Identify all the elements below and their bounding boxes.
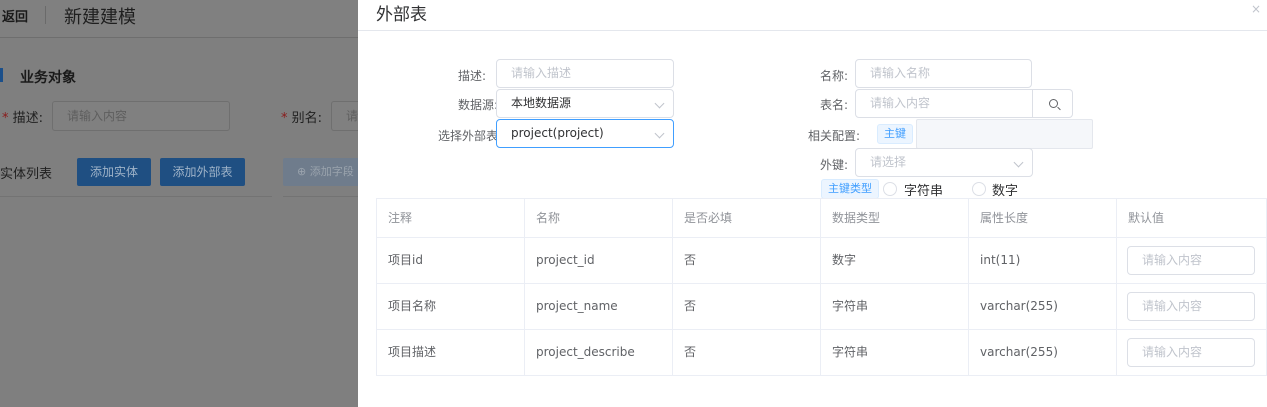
- cell-default: 请输入内容: [1117, 330, 1266, 375]
- cell-comment: 项目名称: [377, 284, 525, 329]
- radio-string-label[interactable]: 字符串: [904, 180, 943, 199]
- foreign-key-select[interactable]: 请选择: [855, 148, 1033, 177]
- table-row: 项目id project_id 否 数字 int(11) 请输入内容: [377, 238, 1266, 284]
- desc-label: 描述:: [458, 69, 487, 83]
- drawer-title: 外部表: [376, 5, 427, 25]
- primary-key-config-box[interactable]: [916, 119, 1093, 149]
- entity-list-label: 实体列表: [0, 167, 53, 182]
- section-marker: [0, 68, 3, 82]
- close-icon[interactable]: ×: [1251, 2, 1261, 16]
- background-page: 返回 新建建模 业务对象 * 描述: 请输入内容 * 别名: 请 实体列表 添加…: [0, 0, 358, 407]
- page-header: 返回 新建建模: [0, 0, 358, 38]
- table-name-input[interactable]: 请输入内容: [855, 89, 1033, 118]
- alias-input[interactable]: 请: [331, 101, 358, 131]
- cell-name: project_name: [525, 284, 673, 329]
- name-placeholder: 请输入名称: [870, 66, 931, 80]
- table-name-placeholder: 请输入内容: [870, 96, 931, 110]
- column-header-name: 名称: [525, 199, 673, 237]
- required-mark: *: [281, 111, 288, 126]
- chevron-down-icon: [1013, 157, 1024, 168]
- search-icon: [1049, 99, 1058, 108]
- add-entity-button[interactable]: 添加实体: [77, 158, 151, 186]
- cell-required: 否: [673, 238, 821, 283]
- alias-label-text: 别名:: [291, 111, 323, 126]
- plus-circle-icon: ⊕: [297, 165, 307, 178]
- table-row: 项目名称 project_name 否 字符串 varchar(255) 请输入…: [377, 284, 1266, 330]
- datasource-value: 本地数据源: [511, 96, 572, 110]
- column-header-comment: 注释: [377, 199, 525, 237]
- name-label: 名称:: [820, 69, 849, 83]
- chevron-down-icon: [654, 128, 665, 139]
- table-header-row: 注释 名称 是否必填 数据类型 属性长度 默认值: [377, 199, 1266, 238]
- cell-default: 请输入内容: [1117, 238, 1266, 283]
- datasource-select[interactable]: 本地数据源: [496, 89, 674, 118]
- foreign-key-placeholder: 请选择: [870, 155, 907, 169]
- primary-key-tag[interactable]: 主键: [877, 124, 913, 144]
- column-header-default: 默认值: [1128, 211, 1165, 225]
- cell-comment: 项目id: [377, 238, 525, 283]
- cell-required: 否: [673, 330, 821, 375]
- related-config-label: 相关配置:: [808, 129, 861, 143]
- datasource-label: 数据源:: [458, 98, 499, 112]
- desc-input[interactable]: 请输入内容: [52, 101, 230, 131]
- cell-name: project_id: [525, 238, 673, 283]
- cell-length: varchar(255): [969, 284, 1117, 329]
- table-name-label: 表名:: [820, 98, 849, 112]
- cell-default: 请输入内容: [1117, 284, 1266, 329]
- cell-required: 否: [673, 284, 821, 329]
- cell-comment: 项目描述: [377, 330, 525, 375]
- desc-label-text: 描述:: [12, 111, 44, 126]
- radio-number-label[interactable]: 数字: [992, 180, 1018, 199]
- cell-name: project_describe: [525, 330, 673, 375]
- desc-label: * 描述:: [2, 107, 43, 126]
- table-row: 项目描述 project_describe 否 字符串 varchar(255)…: [377, 330, 1266, 375]
- desc-placeholder: 请输入描述: [511, 66, 572, 80]
- add-field-label: 添加字段: [309, 165, 354, 178]
- header-divider: [45, 6, 46, 24]
- radio-string[interactable]: [883, 182, 897, 196]
- external-table-value: project(project): [511, 126, 604, 140]
- back-link[interactable]: 返回: [2, 6, 28, 25]
- default-value-input[interactable]: 请输入内容: [1127, 338, 1255, 367]
- column-header-required: 是否必填: [673, 199, 821, 237]
- external-table-label: 选择外部表:: [438, 129, 503, 143]
- external-table-drawer: 外部表 × 描述: 请输入描述 数据源: 本地数据源 选择外部表: projec…: [358, 0, 1267, 407]
- alias-label: * 别名:: [281, 107, 322, 126]
- external-table-select[interactable]: project(project): [496, 119, 674, 148]
- required-mark: *: [2, 111, 9, 126]
- add-field-button[interactable]: ⊕ 添加字段: [283, 158, 358, 186]
- search-button[interactable]: [1033, 89, 1073, 118]
- chevron-down-icon: [654, 98, 665, 109]
- default-value-input[interactable]: 请输入内容: [1127, 246, 1255, 275]
- name-input[interactable]: 请输入名称: [855, 59, 1032, 88]
- page-title: 新建建模: [64, 7, 136, 28]
- cell-type: 数字: [821, 238, 969, 283]
- column-header-type: 数据类型: [821, 199, 969, 237]
- divider: [0, 196, 272, 197]
- foreign-key-label: 外键:: [820, 158, 849, 172]
- pk-type-tag: 主键类型: [821, 179, 879, 199]
- divider: [283, 196, 358, 197]
- column-header-length: 属性长度: [969, 199, 1117, 237]
- default-value-input[interactable]: 请输入内容: [1127, 292, 1255, 321]
- cell-length: int(11): [969, 238, 1117, 283]
- drawer-header: 外部表 ×: [358, 0, 1267, 31]
- radio-number[interactable]: [972, 182, 986, 196]
- section-title: 业务对象: [20, 70, 76, 86]
- attributes-table: 注释 名称 是否必填 数据类型 属性长度 默认值 项目id project_id…: [376, 198, 1267, 376]
- desc-input[interactable]: 请输入描述: [496, 59, 674, 88]
- cell-type: 字符串: [821, 330, 969, 375]
- cell-type: 字符串: [821, 284, 969, 329]
- add-external-table-button[interactable]: 添加外部表: [160, 158, 245, 186]
- cell-length: varchar(255): [969, 330, 1117, 375]
